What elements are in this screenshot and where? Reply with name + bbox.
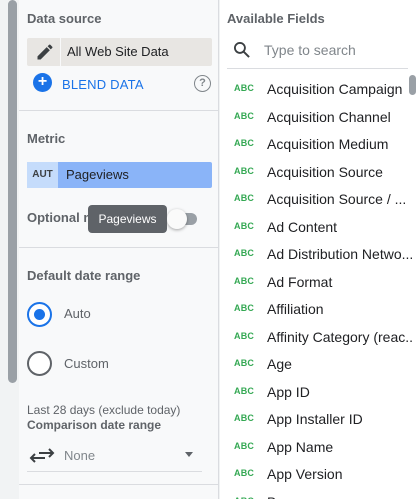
field-item[interactable]: ABC Affiliation — [220, 295, 410, 323]
field-name: App Installer ID — [267, 411, 363, 427]
field-item[interactable]: ABC Acquisition Campaign — [220, 75, 410, 103]
optional-metrics-label: Optional m — [27, 210, 95, 225]
help-icon[interactable]: ? — [194, 75, 211, 92]
text-type-icon: ABC — [234, 138, 255, 148]
field-item[interactable]: ABC Acquisition Source / ... — [220, 185, 410, 213]
field-item[interactable]: ABC Age — [220, 350, 410, 378]
field-item[interactable]: ABC App Version — [220, 460, 410, 488]
data-source-label: Data source — [27, 11, 102, 26]
section-divider — [19, 484, 219, 485]
field-item[interactable]: ABC App Installer ID — [220, 405, 410, 433]
radio-auto[interactable] — [27, 302, 52, 327]
field-item[interactable]: ABC Ad Content — [220, 213, 410, 241]
field-item[interactable]: ABC Ad Format — [220, 268, 410, 296]
date-range-note: Last 28 days (exclude today) — [27, 403, 181, 417]
field-name: Acquisition Source / ... — [267, 191, 407, 207]
text-type-icon: ABC — [234, 413, 255, 423]
field-item[interactable]: ABC App ID — [220, 378, 410, 406]
metric-chip-pageviews[interactable]: AUT Pageviews — [27, 162, 212, 188]
compare-arrows-icon — [29, 448, 55, 463]
text-type-icon: ABC — [234, 468, 255, 478]
pencil-icon[interactable] — [35, 42, 55, 62]
data-source-name: All Web Site Data — [67, 44, 169, 59]
section-divider — [19, 247, 219, 248]
text-type-icon: ABC — [234, 83, 255, 93]
aggregation-badge[interactable]: AUT — [27, 162, 58, 188]
field-name: Age — [267, 356, 292, 372]
text-type-icon: ABC — [234, 248, 255, 258]
field-name: Ad Format — [267, 273, 333, 290]
text-type-icon: ABC — [234, 165, 255, 176]
text-type-icon: ABC — [234, 385, 255, 396]
blend-data-button[interactable]: BLEND DATA — [62, 77, 144, 92]
field-item[interactable]: ABC Browser — [220, 488, 410, 499]
properties-panel: Data source All Web Site Data + BLEND DA… — [19, 0, 219, 499]
field-search-input[interactable] — [264, 38, 410, 62]
field-name: Acquisition Channel — [267, 108, 391, 125]
field-item[interactable]: ABC Acquisition Source — [220, 158, 410, 186]
field-list: ABC Acquisition Campaign ABC Acquisition Ch… — [220, 75, 412, 499]
field-name: Acquisition Medium — [267, 136, 389, 152]
text-type-icon: ABC — [234, 193, 255, 203]
field-item[interactable]: ABC Ad Distribution Netwo... — [220, 240, 412, 268]
tooltip: Pageviews — [88, 205, 167, 233]
comparison-value: None — [64, 448, 96, 463]
date-range-label: Default date range — [27, 268, 141, 283]
available-fields-panel: Available Fields ABC Acquisition Campaign… — [220, 0, 418, 499]
radio-auto-label[interactable]: Auto — [64, 306, 91, 321]
radio-custom-label[interactable]: Custom — [64, 356, 109, 371]
field-name: Ad Content — [267, 218, 338, 235]
field-name: Acquisition Source — [267, 163, 383, 180]
field-name: Ad Distribution Netwo... — [267, 246, 412, 262]
text-type-icon: ABC — [234, 275, 255, 286]
metric-name: Pageviews — [66, 167, 129, 182]
data-source-divider — [60, 38, 61, 66]
dropdown-caret-icon[interactable] — [185, 452, 193, 457]
outer-scrollbar-thumb[interactable] — [8, 0, 17, 383]
search-underline — [227, 68, 408, 69]
field-name: Affiliation — [267, 301, 324, 317]
field-name: Affinity Category (reac... — [267, 328, 412, 345]
field-item[interactable]: ABC Acquisition Medium — [220, 130, 410, 158]
comparison-date-range-select[interactable]: None — [27, 440, 202, 472]
field-name: App Name — [267, 438, 334, 455]
available-fields-label: Available Fields — [227, 11, 325, 26]
field-name: App Version — [267, 466, 343, 482]
text-type-icon: ABC — [234, 110, 255, 121]
text-type-icon: ABC — [234, 303, 255, 313]
search-icon — [234, 42, 250, 58]
comparison-date-range-label: Comparison date range — [27, 418, 162, 432]
radio-custom[interactable] — [27, 351, 52, 376]
field-name: Browser — [267, 494, 412, 499]
text-type-icon: ABC — [234, 440, 255, 451]
toggle-knob[interactable] — [167, 209, 187, 229]
section-divider — [19, 110, 219, 111]
text-type-icon: ABC — [234, 220, 255, 231]
field-name: Acquisition Campaign — [267, 81, 403, 97]
text-type-icon: ABC — [234, 496, 254, 499]
text-type-icon: ABC — [234, 358, 255, 368]
field-name: App ID — [267, 383, 310, 400]
field-item[interactable]: ABC Acquisition Channel — [220, 103, 410, 131]
metric-label: Metric — [27, 131, 66, 146]
outer-scrollbar[interactable] — [0, 0, 18, 499]
text-type-icon: ABC — [234, 330, 255, 341]
add-circle-icon[interactable]: + — [33, 73, 52, 92]
fields-scrollbar-thumb[interactable] — [409, 75, 416, 95]
field-item[interactable]: ABC App Name — [220, 433, 410, 461]
field-item[interactable]: ABC Affinity Category (reac... — [220, 323, 412, 351]
data-source-selector[interactable]: All Web Site Data — [27, 38, 212, 66]
